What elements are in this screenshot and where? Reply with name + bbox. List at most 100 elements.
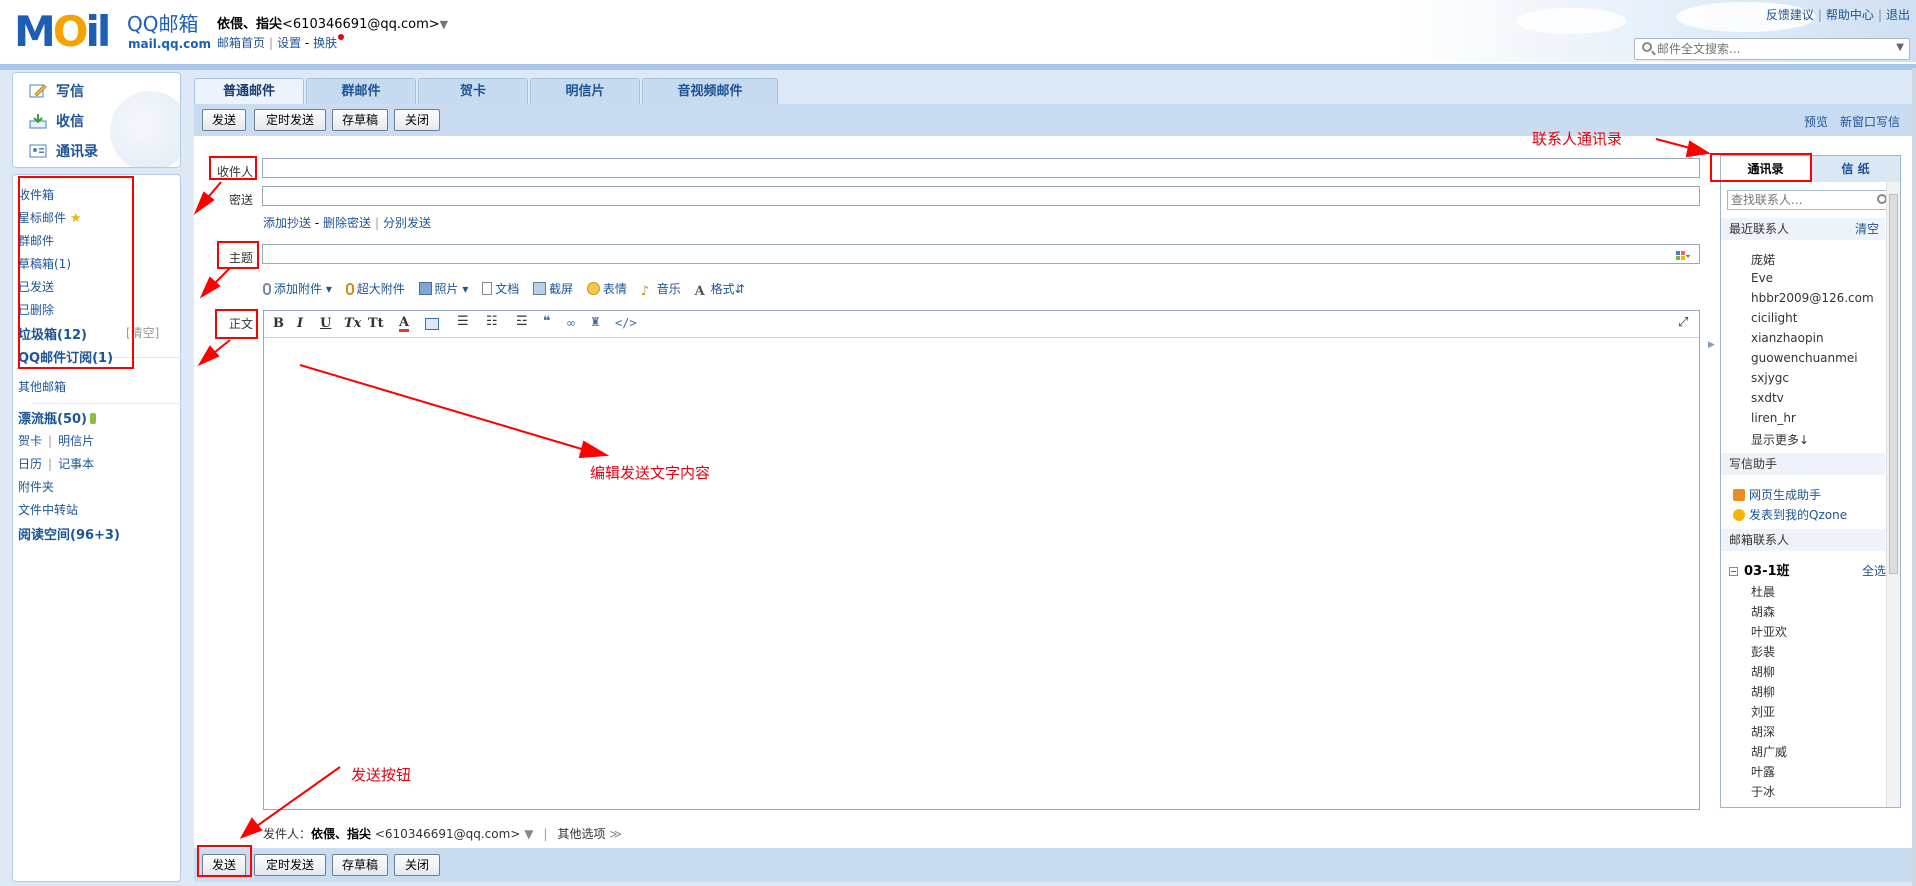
tab-group-mail[interactable]: 群邮件 <box>306 78 416 104</box>
send-button[interactable]: 发送 <box>202 109 246 131</box>
recipient-input[interactable] <box>263 159 1699 177</box>
new-window-compose-link[interactable]: 新窗口写信 <box>1840 115 1900 129</box>
group-member-item[interactable]: 叶露 <box>1751 763 1775 780</box>
qq-mail-logo[interactable]: MOil QQ邮箱 mail.qq.com <box>14 10 211 54</box>
select-all-group-link[interactable]: 全选 <box>1862 562 1886 579</box>
greeting-card-link[interactable]: 贺卡 <box>18 434 42 448</box>
expand-options-icon[interactable]: ≫ <box>609 827 622 841</box>
other-options-link[interactable]: 其他选项 <box>557 827 605 841</box>
bcc-label[interactable]: 密送 <box>193 191 253 208</box>
other-mailbox-link[interactable]: 其他邮箱 <box>18 378 66 395</box>
clear-recent-link[interactable]: 清空 <box>1855 218 1879 240</box>
postcard-link[interactable]: 明信片 <box>58 434 94 448</box>
contact-item[interactable]: hbbr2009@126.com <box>1751 291 1874 305</box>
sender-email[interactable]: <610346691@qq.com> <box>375 827 521 841</box>
bcc-field[interactable] <box>262 186 1700 206</box>
qzone-publish-item[interactable]: 发表到我的Qzone <box>1733 506 1847 523</box>
align-icon[interactable]: ☰ <box>457 314 469 329</box>
logout-link[interactable]: 退出 <box>1886 8 1910 22</box>
show-more-contacts-link[interactable]: 显示更多↓ <box>1751 431 1809 448</box>
bcc-input[interactable] <box>263 187 1699 205</box>
format-button[interactable]: A 格式⇵ <box>695 282 745 298</box>
group-member-item[interactable]: 彭裴 <box>1751 643 1775 660</box>
group-member-item[interactable]: 杜晨 <box>1751 583 1775 600</box>
drift-bottle-item[interactable]: 漂流瓶(50) <box>18 408 96 427</box>
contact-search-input[interactable] <box>1731 192 1871 208</box>
contact-item[interactable]: guowenchuanmei <box>1751 351 1858 365</box>
clear-format-button[interactable]: Tx <box>344 316 361 332</box>
quote-icon[interactable]: ❝ <box>543 314 551 329</box>
group-member-item[interactable]: 叶亚欢 <box>1751 623 1787 640</box>
insert-line-icon[interactable]: ♜ <box>590 315 601 329</box>
page-scrollbar[interactable] <box>1912 68 1916 886</box>
music-button[interactable]: ♪ 音乐 <box>641 282 681 298</box>
panel-collapse-arrow-icon[interactable]: ▶ <box>1708 340 1715 350</box>
mail-search-input[interactable] <box>1657 41 1882 57</box>
nav-inbox[interactable]: 收信 <box>29 111 84 133</box>
large-attachment-button[interactable]: 超大附件 <box>345 282 405 296</box>
calendar-link[interactable]: 日历 <box>18 457 42 471</box>
link-icon[interactable]: ∞ <box>566 316 576 330</box>
contact-item[interactable]: sxjygc <box>1751 371 1789 385</box>
group-member-item[interactable]: 胡广威 <box>1751 743 1787 760</box>
tab-postcard[interactable]: 明信片 <box>530 78 640 104</box>
contact-search-box[interactable] <box>1727 190 1892 210</box>
webpage-helper-item[interactable]: 网页生成助手 <box>1733 486 1821 503</box>
collapse-group-icon[interactable]: − <box>1729 567 1738 576</box>
contact-item[interactable]: liren_hr <box>1751 411 1796 425</box>
subject-input[interactable] <box>263 245 1699 263</box>
feedback-link[interactable]: 反馈建议 <box>1766 8 1814 22</box>
contact-item[interactable]: xianzhaopin <box>1751 331 1824 345</box>
photo-button[interactable]: 照片 ▾ <box>418 282 468 296</box>
font-color-button[interactable]: A <box>399 316 410 332</box>
group-member-item[interactable]: 胡深 <box>1751 723 1775 740</box>
bottom-scheduled-send-button[interactable]: 定时发送 <box>254 854 326 876</box>
background-color-icon[interactable] <box>425 318 439 330</box>
bottom-save-draft-button[interactable]: 存草稿 <box>332 854 388 876</box>
settings-link[interactable]: 设置 <box>277 36 301 50</box>
underline-button[interactable]: U <box>320 316 331 332</box>
tab-av-mail[interactable]: 音视频邮件 <box>642 78 778 104</box>
group-member-item[interactable]: 胡柳 <box>1751 683 1775 700</box>
preview-link[interactable]: 预览 <box>1804 115 1828 129</box>
contacts-scrollbar-thumb[interactable] <box>1889 194 1898 574</box>
contact-item[interactable]: cicilight <box>1751 311 1797 325</box>
close-button[interactable]: 关闭 <box>394 109 440 131</box>
message-body-textarea[interactable] <box>264 339 1699 809</box>
group-member-item[interactable]: 胡柳 <box>1751 663 1775 680</box>
contact-group-03-1[interactable]: −03-1班 <box>1729 560 1790 579</box>
contact-item[interactable]: Eve <box>1751 271 1773 285</box>
nav-contacts[interactable]: 通讯录 <box>29 141 98 163</box>
nav-compose[interactable]: 写信 <box>29 81 84 103</box>
group-member-item[interactable]: 于冰 <box>1751 783 1775 800</box>
group-member-item[interactable]: 刘亚 <box>1751 703 1775 720</box>
change-skin-link[interactable]: 换肤 <box>313 36 337 50</box>
fullscreen-icon[interactable]: ⤢ <box>1678 315 1688 330</box>
tab-normal-mail[interactable]: 普通邮件 <box>194 78 304 104</box>
subject-field[interactable] <box>262 244 1700 264</box>
group-member-item[interactable]: 胡森 <box>1751 603 1775 620</box>
notes-link[interactable]: 记事本 <box>58 457 94 471</box>
emoji-button[interactable]: 表情 <box>586 282 627 296</box>
contacts-scrollbar[interactable] <box>1886 182 1900 807</box>
tab-greeting-card[interactable]: 贺卡 <box>418 78 528 104</box>
recipient-field[interactable] <box>262 158 1700 178</box>
document-button[interactable]: 文档 <box>482 282 519 296</box>
add-attachment-button[interactable]: 添加附件 ▾ <box>263 282 332 296</box>
remove-bcc-link[interactable]: 删除密送 <box>323 216 371 230</box>
separate-send-link[interactable]: 分别发送 <box>383 216 431 230</box>
contact-item[interactable]: sxdtv <box>1751 391 1784 405</box>
contact-item[interactable]: 庞婼 <box>1751 251 1775 268</box>
reading-space-link[interactable]: 阅读空间(96+3) <box>18 524 120 543</box>
scheduled-send-button[interactable]: 定时发送 <box>254 109 326 131</box>
account-dropdown-icon[interactable]: ▼ <box>440 18 448 31</box>
mailbox-home-link[interactable]: 邮箱首页 <box>217 36 265 50</box>
attachments-folder-link[interactable]: 附件夹 <box>18 478 54 495</box>
subject-color-picker-icon[interactable] <box>1676 250 1690 262</box>
tab-stationery[interactable]: 信 纸 <box>1811 156 1900 182</box>
numbered-list-icon[interactable]: ☲ <box>516 314 528 329</box>
help-center-link[interactable]: 帮助中心 <box>1826 8 1874 22</box>
add-cc-link[interactable]: 添加抄送 <box>263 216 311 230</box>
bottom-close-button[interactable]: 关闭 <box>394 854 440 876</box>
sender-dropdown-icon[interactable]: ▼ <box>524 827 533 841</box>
